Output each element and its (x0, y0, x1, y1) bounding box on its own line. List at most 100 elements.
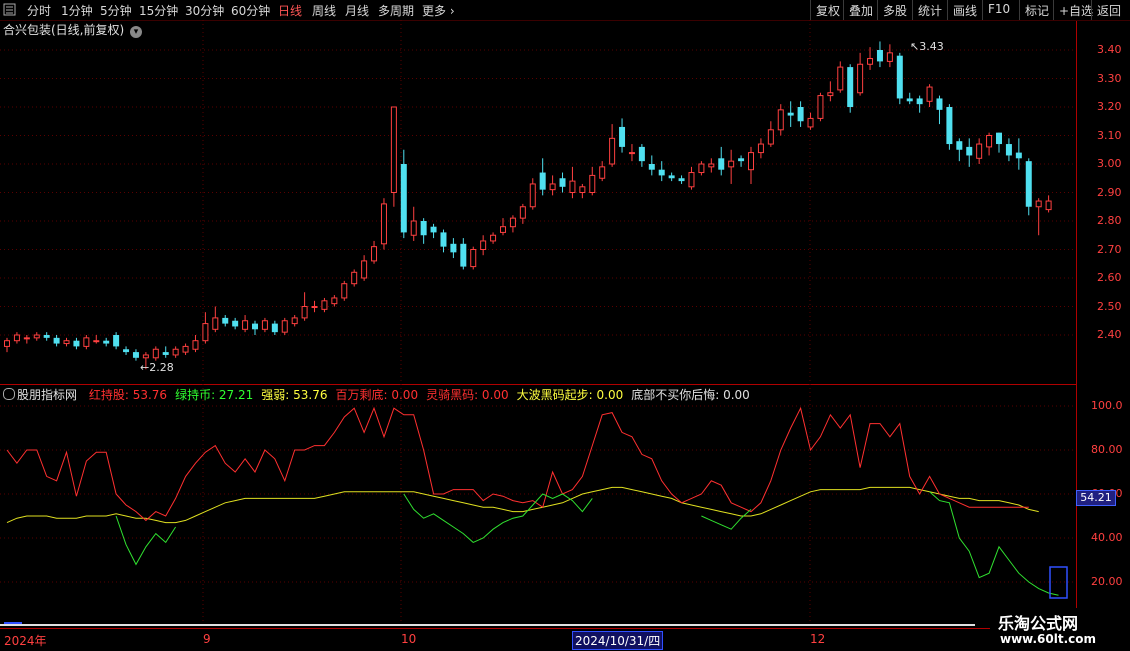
candle-body (638, 146, 645, 162)
candle-body (926, 86, 933, 102)
indicator-tick: 20.00 (1091, 575, 1123, 588)
candle-body (986, 135, 993, 148)
candle-body (420, 221, 427, 236)
candle-body (450, 243, 457, 253)
candle-body (380, 203, 387, 245)
candle-body (390, 106, 397, 193)
candle-body (817, 95, 824, 119)
candle-body (93, 340, 100, 343)
candle-body (559, 178, 566, 187)
candle-body (876, 50, 883, 62)
candle-body (509, 217, 516, 228)
green-cash-line (403, 493, 593, 543)
candle-body (33, 334, 40, 339)
min-price-label: ←2.28 (140, 361, 174, 374)
candle-body (579, 186, 586, 194)
candle-body (718, 158, 725, 170)
candle-body (966, 146, 973, 156)
candle-body (83, 337, 90, 347)
candle-body (708, 163, 715, 168)
candle-body (678, 178, 685, 182)
toolbar-button-8[interactable]: 返回 (1091, 0, 1126, 20)
candle-body (797, 107, 804, 122)
price-tick: 2.70 (1097, 242, 1122, 256)
candle-body (1035, 200, 1042, 208)
candle-body (628, 152, 635, 155)
candle-body (192, 340, 199, 350)
candle-body (549, 183, 556, 191)
candle-body (916, 98, 923, 105)
candle-body (261, 320, 268, 330)
candle-body (232, 320, 239, 327)
price-tick: 3.20 (1097, 100, 1122, 113)
candle-body (23, 337, 30, 340)
candle-body (321, 300, 328, 310)
candle-body (500, 226, 506, 233)
candle-body (867, 58, 874, 65)
candle-body (886, 52, 893, 62)
indicator-tick: 100.0 (1091, 399, 1123, 412)
candle-body (73, 340, 80, 347)
kline-chart[interactable]: ↖3.43 ←2.28 (0, 0, 1076, 628)
candle-body (896, 55, 903, 99)
candle-body (222, 317, 229, 324)
watermark-title: 乐淘公式网 (998, 614, 1079, 633)
candle-body (301, 306, 308, 319)
candle-body (767, 129, 774, 145)
watermark-url: www.60lt.com (1000, 632, 1097, 646)
candle-body (738, 158, 745, 162)
candle-body (271, 323, 278, 333)
candle-body (648, 164, 655, 170)
candle-body (43, 335, 50, 338)
candle-body (609, 137, 616, 165)
candle-body (113, 335, 120, 347)
candle-body (152, 348, 159, 359)
indicator-current-value: 54.21 (1076, 490, 1116, 506)
price-tick: 3.00 (1097, 157, 1122, 170)
candle-body (132, 352, 139, 358)
red-hold-line (6, 406, 1029, 522)
candle-body (341, 283, 348, 299)
green-cash-line (115, 515, 177, 566)
candle-body (440, 232, 447, 247)
candle-body (827, 92, 834, 97)
candle-body (589, 174, 596, 193)
date-label-1: 9 (203, 632, 211, 646)
price-tick: 3.30 (1097, 71, 1122, 85)
indicator-tick: 80.00 (1091, 443, 1123, 456)
candle-body (490, 234, 497, 242)
candle-body (539, 172, 546, 190)
candle-body (837, 66, 844, 91)
price-tick: 2.60 (1097, 271, 1122, 284)
candle-body (400, 164, 407, 233)
candle-body (103, 340, 110, 344)
candle-body (311, 306, 318, 308)
candle-body (757, 143, 764, 154)
candle-body (1015, 152, 1022, 159)
candle-body (777, 109, 784, 131)
candle-body (698, 163, 705, 174)
candle-body (361, 260, 368, 279)
candle-body (569, 180, 576, 194)
candle-body (519, 206, 526, 219)
date-label-0: 2024年 (4, 634, 47, 648)
candle-body (371, 246, 378, 262)
candle-body (460, 243, 467, 267)
candle-body (142, 354, 149, 359)
strength-line (6, 486, 1039, 524)
candle-body (182, 345, 189, 353)
candle-body (1005, 144, 1012, 156)
date-label-2: 10 (401, 632, 417, 646)
candle-body (281, 320, 288, 333)
candle-body (212, 317, 219, 330)
candle-body (688, 172, 695, 188)
candle-body (847, 67, 854, 107)
candle-body (807, 117, 814, 128)
candle-body (748, 152, 754, 171)
watermark: 乐淘公式网 www.60lt.com (990, 608, 1130, 650)
price-tick: 2.40 (1097, 328, 1122, 341)
candle-body (331, 297, 338, 305)
candle-body (13, 334, 20, 342)
candle-body (956, 141, 963, 150)
candle-body (172, 348, 179, 356)
